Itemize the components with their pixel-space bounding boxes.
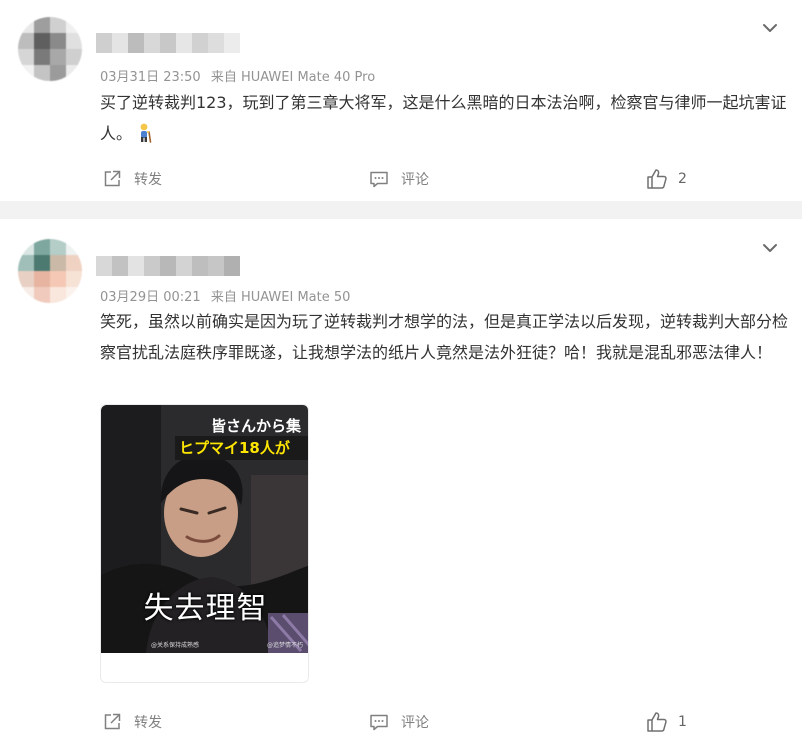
share-external-icon bbox=[104, 170, 121, 187]
comment-card: 03月29日 00:21 来自 HUAWEI Mate 50 笑死，虽然以前确实… bbox=[0, 219, 802, 747]
post-source: 来自 HUAWEI Mate 40 Pro bbox=[210, 70, 376, 85]
repost-label: 转发 bbox=[134, 715, 162, 731]
post-content: 笑死，虽然以前确实是因为玩了逆转裁判才想学的法，但是真正学法以后发现，逆转裁判大… bbox=[100, 306, 790, 368]
avatar[interactable] bbox=[18, 239, 82, 303]
watermark-left: @关系保持成熟感 bbox=[151, 642, 200, 649]
post-content: 买了逆转裁判123，玩到了第三章大将军，这是什么黑暗的日本法治啊，检察官与律师一… bbox=[100, 87, 790, 149]
username-blurred[interactable] bbox=[96, 256, 244, 276]
repost-button[interactable]: 转发 bbox=[102, 709, 162, 735]
like-button[interactable]: 1 bbox=[646, 709, 687, 735]
like-button[interactable]: 2 bbox=[646, 166, 687, 192]
post-source: 来自 HUAWEI Mate 50 bbox=[210, 290, 351, 305]
post-date: 03月29日 00:21 bbox=[100, 290, 201, 305]
comment-button[interactable]: 评论 bbox=[369, 166, 429, 192]
like-count: 2 bbox=[678, 171, 687, 187]
image-overlay-highlight: ヒプマイ18人が bbox=[175, 436, 308, 460]
repost-button[interactable]: 转发 bbox=[102, 166, 162, 192]
image-attachment-card[interactable]: 皆さんから集 ヒプマイ18人が 失去理智 @关系保持成熟感 @追梦情不朽 bbox=[100, 404, 309, 683]
action-bar: 转发 评论 2 bbox=[0, 166, 802, 192]
comment-bubble-icon bbox=[370, 714, 388, 731]
comment-card: 03月31日 23:50 来自 HUAWEI Mate 40 Pro 买了逆转裁… bbox=[0, 0, 802, 201]
username-blurred[interactable] bbox=[96, 33, 244, 53]
like-count: 1 bbox=[678, 714, 687, 730]
comment-label: 评论 bbox=[401, 715, 429, 731]
thumbs-up-icon bbox=[647, 169, 667, 189]
thumbs-up-icon bbox=[647, 712, 667, 732]
image-overlay-text: 皆さんから集 bbox=[211, 417, 302, 435]
comment-bubble-icon bbox=[370, 171, 388, 188]
share-external-icon bbox=[104, 713, 121, 730]
chevron-down-icon[interactable] bbox=[760, 18, 780, 38]
avatar[interactable] bbox=[18, 17, 82, 81]
post-text: 买了逆转裁判123，玩到了第三章大将军，这是什么黑暗的日本法治啊，检察官与律师一… bbox=[100, 93, 787, 143]
watermark-right: @追梦情不朽 bbox=[267, 642, 304, 649]
meme-image[interactable]: 皆さんから集 ヒプマイ18人が 失去理智 @关系保持成熟感 @追梦情不朽 bbox=[101, 405, 308, 653]
post-text: 笑死，虽然以前确实是因为玩了逆转裁判才想学的法，但是真正学法以后发现，逆转裁判大… bbox=[100, 312, 789, 362]
man-with-cane-emoji bbox=[140, 123, 152, 143]
post-meta: 03月31日 23:50 来自 HUAWEI Mate 40 Pro bbox=[100, 66, 381, 85]
repost-label: 转发 bbox=[134, 172, 162, 188]
comment-button[interactable]: 评论 bbox=[369, 709, 429, 735]
comment-label: 评论 bbox=[401, 172, 429, 188]
action-bar: 转发 评论 1 bbox=[0, 709, 802, 735]
image-caption: 失去理智 bbox=[143, 591, 268, 626]
post-date: 03月31日 23:50 bbox=[100, 70, 201, 85]
chevron-down-icon[interactable] bbox=[760, 238, 780, 258]
post-meta: 03月29日 00:21 来自 HUAWEI Mate 50 bbox=[100, 286, 356, 305]
